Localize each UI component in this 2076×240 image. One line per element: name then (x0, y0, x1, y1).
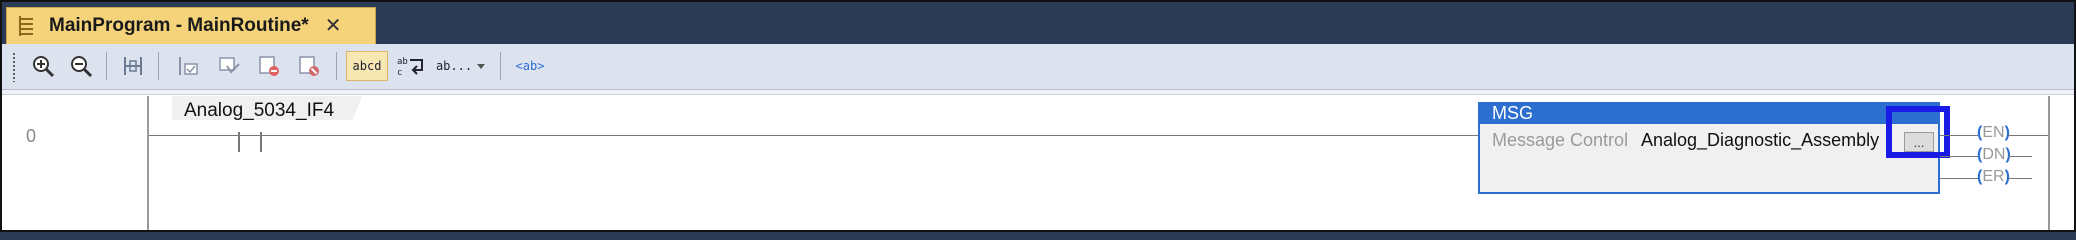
chevron-down-icon[interactable] (472, 51, 490, 81)
toolbar-separator (106, 52, 107, 80)
output-wire (2008, 156, 2032, 157)
swap-icon[interactable]: ab c (394, 51, 428, 81)
description-icon[interactable]: ab... (436, 51, 472, 81)
toolbar-separator (158, 52, 159, 80)
contact-tag-label[interactable]: Analog_5034_IF4 (184, 100, 334, 122)
verify-icon[interactable] (174, 51, 204, 81)
highlight-box (1886, 106, 1950, 158)
routine-icon (19, 16, 35, 36)
msg-title: MSG (1492, 103, 1534, 123)
output-wire (1940, 135, 1978, 136)
output-wire (1940, 178, 1978, 179)
dn-output: (DN) (1977, 146, 2011, 163)
rung-icon[interactable] (118, 51, 148, 81)
ladder-header-strip (2, 90, 2074, 95)
close-icon[interactable]: ✕ (325, 16, 342, 36)
zoom-out-icon[interactable] (66, 51, 96, 81)
en-output: (EN) (1977, 124, 2010, 141)
output-wire (1940, 156, 1978, 157)
finalize-icon[interactable] (294, 51, 324, 81)
tag-names-icon[interactable]: abcd (346, 51, 388, 81)
ladder-editor[interactable]: 0 Analog_5034_IF4 MSG Message Control An… (2, 90, 2074, 230)
xic-contact-left[interactable] (238, 132, 240, 152)
toolbar-separator (500, 52, 501, 80)
svg-text:ab: ab (397, 57, 408, 67)
left-power-rail (147, 96, 149, 230)
tab-strip: MainProgram - MainRoutine* ✕ (2, 2, 2074, 44)
right-power-rail (2048, 96, 2050, 230)
rung-number[interactable]: 0 (26, 126, 36, 147)
message-control-label: Message Control (1492, 130, 1629, 150)
tab-title: MainProgram - MainRoutine* (49, 15, 309, 36)
routine-editor-window: MainProgram - MainRoutine* ✕ abcd ab c a… (0, 0, 2076, 232)
ladder-toolbar: abcd ab c ab... <ab> (2, 44, 2074, 90)
toolbar-grip-icon[interactable] (12, 52, 17, 82)
message-control-value[interactable]: Analog_Diagnostic_Assembly (1641, 130, 1879, 151)
address-icon[interactable]: <ab> (510, 51, 550, 81)
msg-header: MSG (1480, 103, 1938, 124)
rung-wire (149, 135, 1479, 136)
toolbar-separator (336, 52, 337, 80)
msg-instruction-block[interactable]: MSG Message Control Analog_Diagnostic_As… (1478, 102, 1940, 194)
svg-text:c: c (397, 68, 402, 78)
er-output: (ER) (1977, 168, 2010, 185)
accept-icon[interactable] (214, 51, 244, 81)
zoom-in-icon[interactable] (28, 51, 58, 81)
cancel-icon[interactable] (254, 51, 284, 81)
output-wire (2008, 178, 2032, 179)
output-wire (2008, 135, 2048, 136)
xic-contact-right[interactable] (260, 132, 262, 152)
tab-main-routine[interactable]: MainProgram - MainRoutine* ✕ (6, 7, 376, 44)
